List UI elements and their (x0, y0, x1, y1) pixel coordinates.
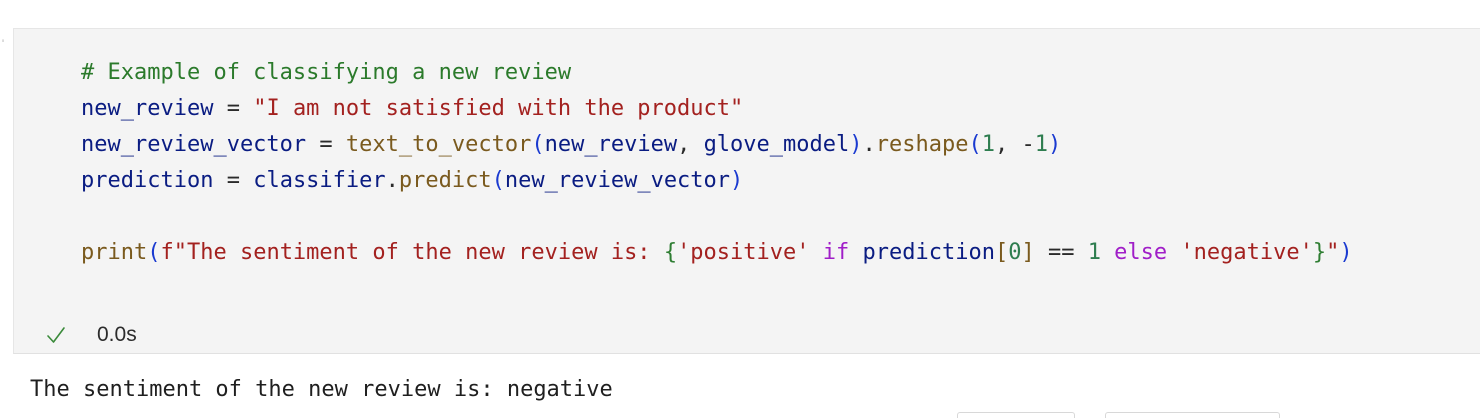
code-token: = (306, 132, 346, 157)
code-token: new_review_vector (81, 132, 307, 157)
code-token: == (1034, 240, 1088, 265)
code-token: = (213, 168, 254, 193)
code-line[interactable] (81, 199, 1353, 235)
code-token: } (1312, 240, 1327, 265)
code-token: f"The sentiment of the new review is: (160, 240, 664, 265)
notebook-page: ˈ # Example of classifying a new review n… (0, 0, 1480, 418)
code-token: = (213, 96, 254, 121)
code-token: " (1326, 240, 1340, 265)
code-line[interactable]: print(f"The sentiment of the new review … (81, 235, 1353, 271)
code-token: prediction (81, 168, 214, 193)
code-token: 'negative' (1180, 240, 1313, 265)
code-token: 'positive' (677, 240, 810, 265)
code-token: reshape (875, 132, 969, 157)
code-token: new_review_vector (504, 168, 731, 193)
code-token: 1 (1087, 240, 1101, 265)
cell-output: The sentiment of the new review is: nega… (30, 377, 613, 402)
code-token: ( (968, 132, 982, 157)
code-token: glove_model (703, 132, 850, 157)
code-token: predict (398, 168, 492, 193)
code-token: ) (849, 132, 863, 157)
code-token: ( (147, 240, 161, 265)
output-toolbar-button[interactable] (1105, 412, 1280, 418)
code-token: "I am not satisfied with the product" (253, 96, 744, 121)
code-token: 1 (1034, 132, 1048, 157)
output-toolbar-button[interactable] (957, 412, 1075, 418)
code-token: , (994, 132, 1022, 157)
code-token: print (81, 240, 148, 265)
code-token: { (663, 240, 678, 265)
code-cell[interactable]: # Example of classifying a new review new… (13, 29, 1480, 354)
code-token: new_review (81, 96, 214, 121)
code-line[interactable]: new_review_vector = text_to_vector(new_r… (81, 127, 1353, 163)
code-token: ] (1021, 240, 1035, 265)
code-token: classifier (253, 168, 386, 193)
code-token: ) (730, 168, 744, 193)
code-token: if (809, 240, 863, 265)
code-token: ( (531, 132, 545, 157)
code-token: , (677, 132, 704, 157)
checkmark-icon (47, 327, 65, 343)
code-token: # Example of classifying a new review (81, 60, 572, 85)
code-editor[interactable]: # Example of classifying a new review new… (81, 55, 1353, 271)
execution-time: 0.0s (97, 323, 137, 346)
code-line[interactable]: # Example of classifying a new review (81, 55, 1353, 91)
code-token: ) (1339, 240, 1353, 265)
code-token: else (1100, 240, 1181, 265)
code-token: - (1021, 132, 1035, 157)
code-token: 1 (981, 132, 995, 157)
code-token: . (385, 168, 399, 193)
execution-status: 0.0s (46, 319, 137, 351)
code-token: ( (491, 168, 505, 193)
code-token: [ (994, 240, 1009, 265)
code-token: prediction (862, 240, 995, 265)
code-token: . (862, 132, 876, 157)
code-line[interactable]: prediction = classifier.predict(new_revi… (81, 163, 1353, 199)
code-token: ) (1047, 132, 1062, 157)
code-line[interactable]: new_review = "I am not satisfied with th… (81, 91, 1353, 127)
code-token: 0 (1008, 240, 1022, 265)
collapse-handle-icon[interactable]: ˈ (0, 40, 6, 50)
code-token: new_review (544, 132, 678, 157)
code-token: text_to_vector (345, 132, 532, 157)
